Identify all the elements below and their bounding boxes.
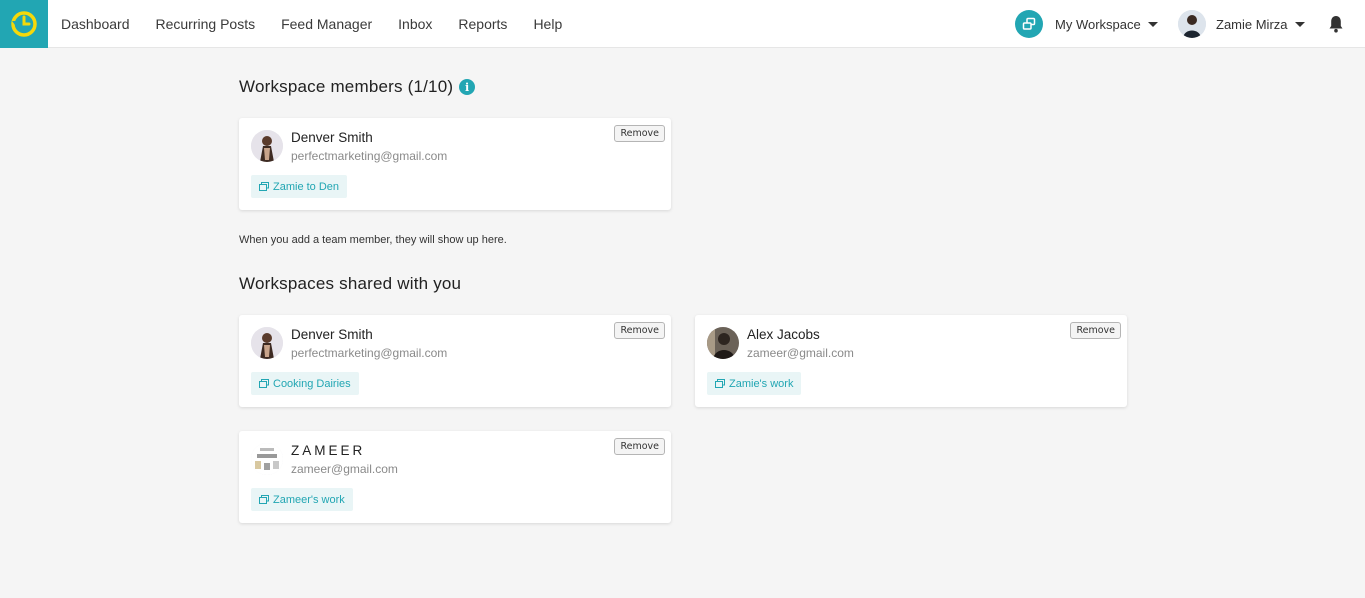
- clock-logo-icon: [11, 11, 37, 37]
- shared-owner-email: perfectmarketing@gmail.com: [291, 346, 448, 360]
- workspace-tag[interactable]: Zamie's work: [707, 372, 802, 395]
- shared-owner-name: ZAMEER: [291, 443, 366, 458]
- avatar: [251, 443, 283, 475]
- remove-button[interactable]: Remove: [614, 125, 665, 142]
- user-avatar: [1178, 10, 1206, 38]
- remove-button[interactable]: Remove: [614, 438, 665, 455]
- avatar: [251, 327, 283, 359]
- shared-card: Denver Smith perfectmarketing@gmail.com …: [239, 315, 671, 407]
- workspace-tag-label: Zamie's work: [729, 377, 794, 390]
- avatar: [707, 327, 739, 359]
- remove-button[interactable]: Remove: [1070, 322, 1121, 339]
- nav-help[interactable]: Help: [533, 16, 562, 32]
- member-email: perfectmarketing@gmail.com: [291, 149, 448, 163]
- member-card: Denver Smith perfectmarketing@gmail.com …: [239, 118, 671, 210]
- bell-icon: [1329, 16, 1343, 33]
- member-name: Denver Smith: [291, 130, 373, 145]
- user-name: Zamie Mirza: [1216, 16, 1288, 32]
- workspace-tag-label: Cooking Dairies: [273, 377, 351, 390]
- notifications-button[interactable]: [1328, 15, 1344, 33]
- nav-recurring-posts[interactable]: Recurring Posts: [156, 16, 256, 32]
- nav-dashboard[interactable]: Dashboard: [61, 16, 130, 32]
- nav-inbox[interactable]: Inbox: [398, 16, 432, 32]
- shared-card: Alex Jacobs zameer@gmail.com Remove Zami…: [695, 315, 1127, 407]
- shared-owner-name: Alex Jacobs: [747, 327, 820, 342]
- workspace-tag-label: Zameer's work: [273, 493, 345, 506]
- shared-workspaces-heading: Workspaces shared with you: [239, 274, 461, 294]
- chevron-down-icon: [1294, 22, 1305, 27]
- workspace-members-heading: Workspace members (1/10) i: [239, 77, 476, 97]
- shared-workspaces-title: Workspaces shared with you: [239, 274, 462, 293]
- user-menu[interactable]: Zamie Mirza: [1178, 9, 1305, 39]
- shared-owner-email: zameer@gmail.com: [747, 346, 854, 360]
- main-nav: Dashboard Recurring Posts Feed Manager I…: [48, 0, 575, 48]
- top-navbar: Dashboard Recurring Posts Feed Manager I…: [0, 0, 1365, 48]
- workspace-switch-icon: [1015, 10, 1043, 38]
- shared-owner-email: zameer@gmail.com: [291, 462, 398, 476]
- workspace-members-title: Workspace members (1/10): [239, 77, 454, 96]
- app-logo[interactable]: [0, 0, 48, 48]
- workspace-tag[interactable]: Zameer's work: [251, 488, 353, 511]
- workspace-switcher[interactable]: My Workspace: [1015, 10, 1158, 38]
- nav-reports[interactable]: Reports: [458, 16, 507, 32]
- workspace-icon: [259, 182, 269, 191]
- workspace-icon: [715, 379, 725, 388]
- workspace-tag[interactable]: Cooking Dairies: [251, 372, 359, 395]
- workspace-tag[interactable]: Zamie to Den: [251, 175, 348, 198]
- nav-feed-manager[interactable]: Feed Manager: [281, 16, 372, 32]
- team-member-hint: When you add a team member, they will sh…: [239, 234, 507, 246]
- shared-card: ZAMEER zameer@gmail.com Remove Zameer's …: [239, 431, 671, 523]
- remove-button[interactable]: Remove: [614, 322, 665, 339]
- workspace-label: My Workspace: [1055, 16, 1141, 32]
- avatar: [251, 130, 283, 162]
- chevron-down-icon: [1147, 22, 1158, 27]
- workspace-icon: [259, 495, 269, 504]
- workspace-icon: [259, 379, 269, 388]
- workspace-tag-label: Zamie to Den: [273, 180, 340, 193]
- info-icon[interactable]: i: [459, 79, 476, 95]
- shared-owner-name: Denver Smith: [291, 327, 373, 342]
